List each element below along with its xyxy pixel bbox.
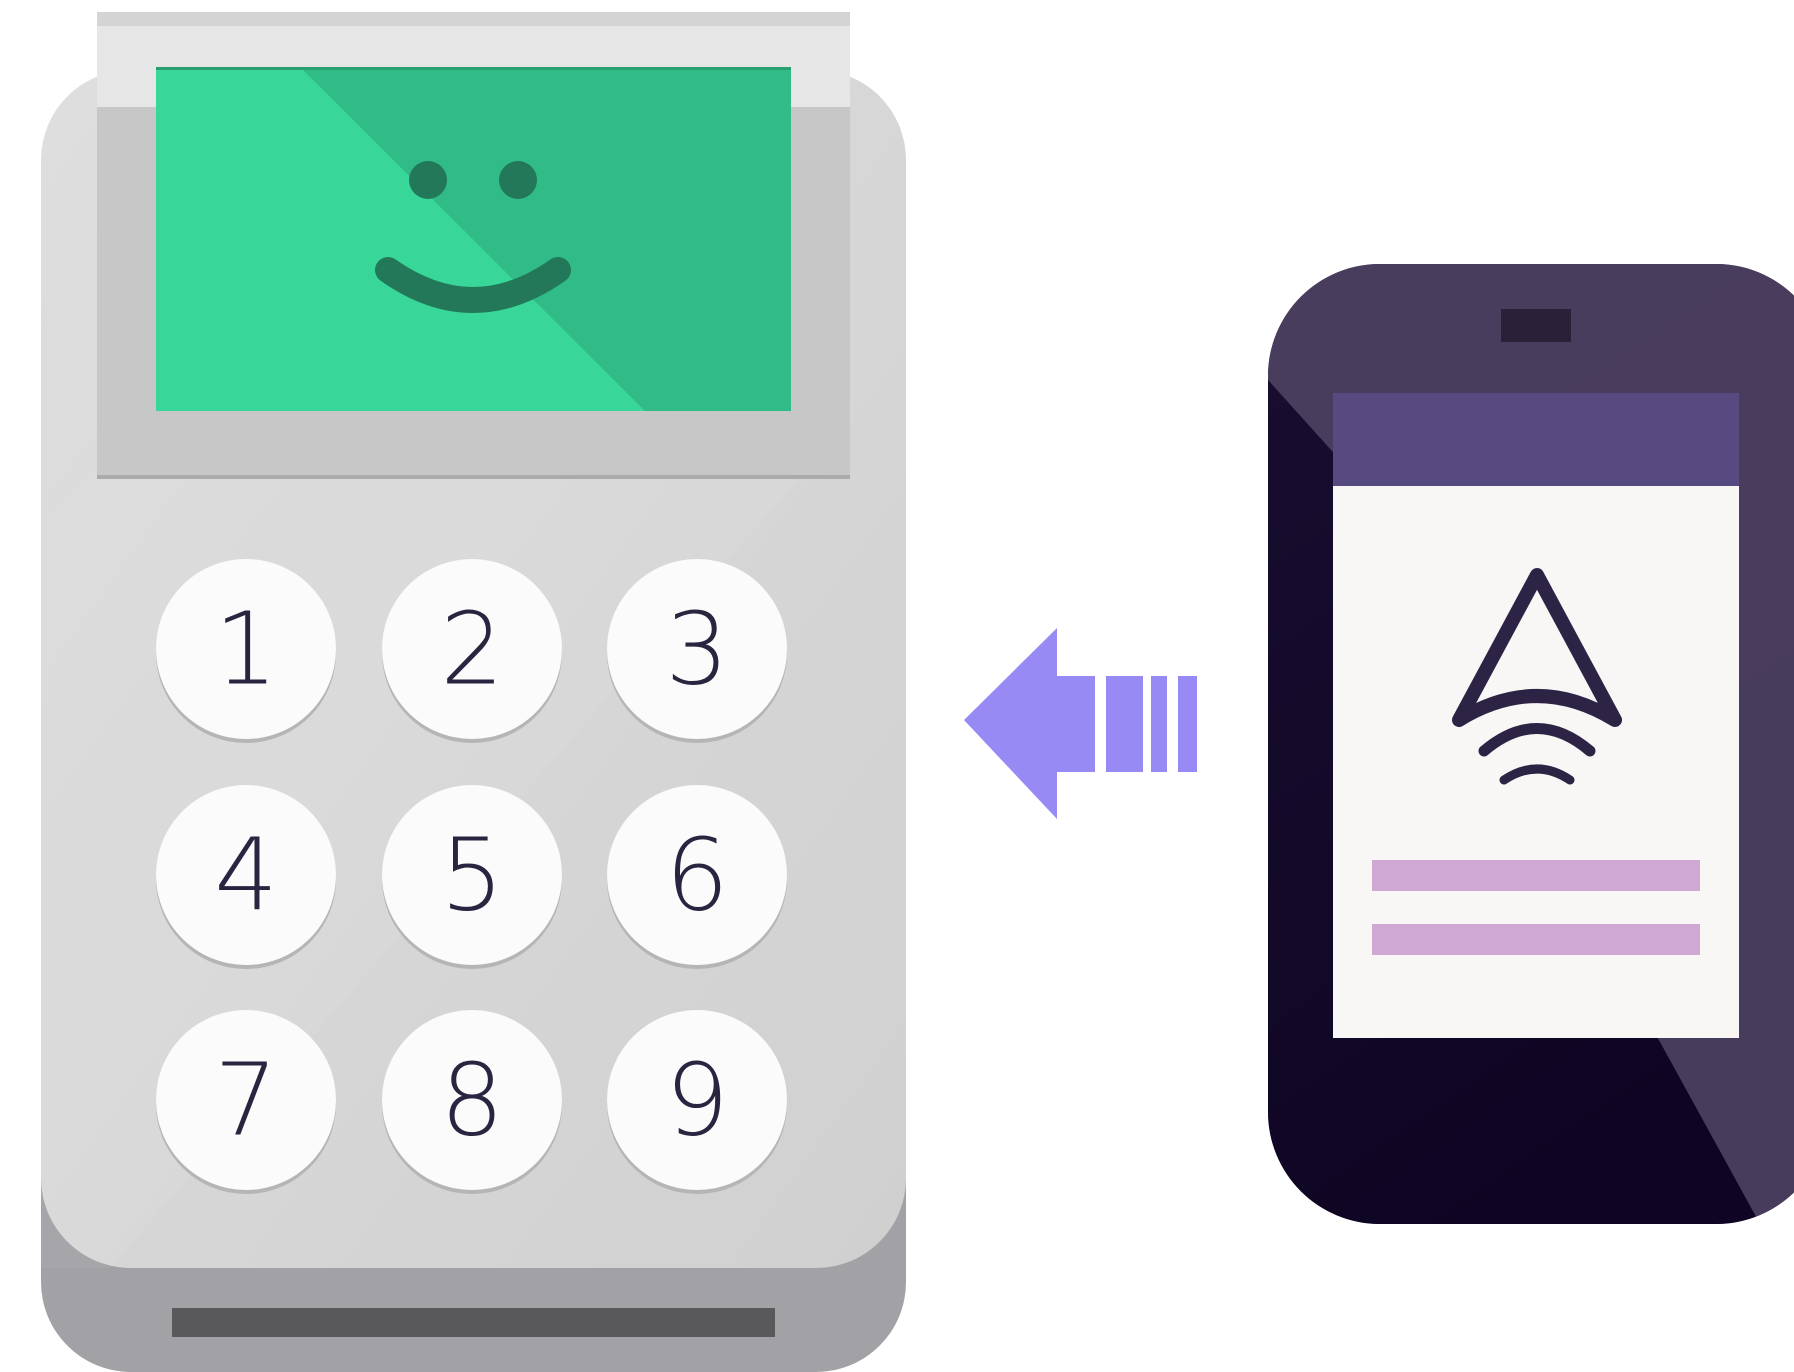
key-label: 8 — [440, 1042, 504, 1159]
keypad-key-2[interactable]: 2 — [382, 559, 562, 743]
key-label: 2 — [440, 591, 504, 708]
terminal-screen — [156, 67, 791, 411]
keypad-key-3[interactable]: 3 — [607, 559, 787, 743]
key-label: 3 — [665, 591, 729, 708]
keypad-key-1[interactable]: 1 — [156, 559, 336, 743]
text-line-placeholder — [1372, 860, 1700, 891]
key-label: 6 — [665, 817, 729, 934]
key-label: 9 — [665, 1042, 729, 1159]
text-line-placeholder — [1372, 924, 1700, 955]
keypad-key-9[interactable]: 9 — [607, 1010, 787, 1194]
panel-divider — [97, 475, 850, 479]
key-label: 4 — [214, 817, 278, 934]
keypad-key-4[interactable]: 4 — [156, 785, 336, 969]
key-label: 5 — [440, 817, 504, 934]
receipt-strip-edge — [97, 12, 850, 26]
nfc-payment-illustration: 1 2 3 4 5 6 7 8 9 — [41, 12, 1794, 1372]
phone-app-header — [1333, 393, 1739, 486]
keypad-key-8[interactable]: 8 — [382, 1010, 562, 1194]
payment-terminal: 1 2 3 4 5 6 7 8 9 — [41, 12, 906, 1372]
keypad-key-6[interactable]: 6 — [607, 785, 787, 969]
keypad: 1 2 3 4 5 6 7 8 9 — [156, 559, 787, 1194]
arrow-left-icon — [964, 628, 1197, 819]
keypad-key-7[interactable]: 7 — [156, 1010, 336, 1194]
key-label: 1 — [214, 591, 278, 708]
keypad-key-5[interactable]: 5 — [382, 785, 562, 969]
smartphone — [1268, 264, 1794, 1224]
phone-earpiece — [1501, 309, 1571, 342]
key-label: 7 — [214, 1042, 278, 1159]
card-slot — [172, 1308, 775, 1337]
